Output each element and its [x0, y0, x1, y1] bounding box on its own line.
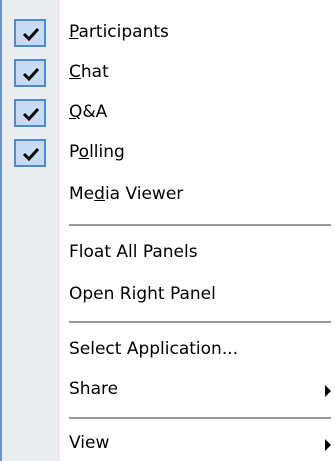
menu-item-select-application[interactable]: Select Application...: [0, 333, 335, 373]
menu-item-float-all-panels[interactable]: Float All Panels: [0, 236, 335, 276]
checkmark-icon: [14, 99, 46, 127]
menu-item-label: Open Right Panel: [69, 284, 216, 304]
menu-separator: [69, 321, 331, 323]
menu-item-media-viewer[interactable]: Media Viewer: [0, 178, 335, 218]
checkmark-icon: [14, 139, 46, 167]
submenu-arrow-icon: [325, 385, 331, 397]
menu-item-label: Participants: [69, 22, 169, 42]
submenu-arrow-icon: [325, 439, 331, 451]
menu-item-participants[interactable]: Participants: [0, 16, 335, 56]
menu-item-open-right-panel[interactable]: Open Right Panel: [0, 278, 335, 318]
menu-item-label: Media Viewer: [69, 184, 184, 204]
menu-item-polling[interactable]: Polling: [0, 136, 335, 176]
menu-item-label: Chat: [69, 62, 109, 82]
menu-separator: [69, 224, 331, 226]
menu-separator: [69, 417, 331, 419]
menu-item-label: Q&A: [69, 102, 108, 122]
menu-item-share[interactable]: Share: [0, 373, 335, 413]
context-menu: Participants Chat Q&A Polling Media View…: [0, 0, 335, 461]
menu-item-label: Select Application...: [69, 339, 239, 359]
checkmark-icon: [14, 59, 46, 87]
menu-item-label: Float All Panels: [69, 242, 198, 262]
menu-item-qa[interactable]: Q&A: [0, 96, 335, 136]
menu-item-label: Share: [69, 379, 119, 399]
menu-item-view[interactable]: View: [0, 427, 335, 461]
menu-item-label: Polling: [69, 142, 125, 162]
menu-item-chat[interactable]: Chat: [0, 56, 335, 96]
checkmark-icon: [14, 19, 46, 47]
menu-item-label: View: [69, 433, 110, 453]
